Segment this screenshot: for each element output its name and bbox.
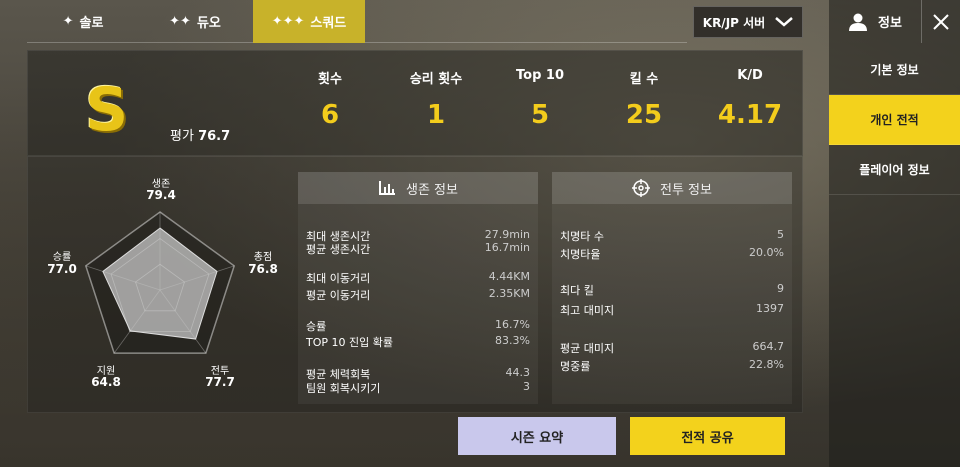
combat-info-header: 전투 정보 bbox=[552, 172, 792, 204]
stat-value-wins: 1 bbox=[426, 100, 446, 130]
tab-label: 스쿼드 bbox=[310, 16, 347, 31]
row-label: 최대 이동거리 bbox=[306, 272, 371, 285]
row-value: 83.3% bbox=[495, 334, 530, 347]
radar-value-combat: 77.7 bbox=[205, 375, 235, 389]
close-icon bbox=[933, 13, 949, 30]
rating-value: 76.7 bbox=[198, 129, 231, 144]
row-value: 22.8% bbox=[749, 358, 784, 371]
radar-value-support: 64.8 bbox=[91, 375, 121, 389]
stat-value-matches: 6 bbox=[320, 100, 340, 130]
radar-value-total: 76.8 bbox=[248, 262, 278, 276]
sidebar-header: 정보 bbox=[829, 0, 921, 43]
close-button[interactable] bbox=[921, 0, 960, 43]
survival-info-header: 생존 정보 bbox=[298, 172, 538, 204]
sidebar-item-label: 기본 정보 bbox=[870, 63, 919, 77]
stat-row: 치명타율 20.0% bbox=[560, 246, 784, 262]
stat-row: 명중률 22.8% bbox=[560, 358, 784, 374]
row-label: TOP 10 진입 확률 bbox=[306, 336, 393, 349]
rating: 평가 76.7 bbox=[170, 125, 230, 144]
row-label: 명중률 bbox=[560, 360, 591, 373]
row-value: 2.35KM bbox=[488, 287, 530, 300]
server-label: KR/JP 서버 bbox=[702, 15, 766, 30]
survival-info-title: 생존 정보 bbox=[406, 182, 458, 198]
mode-tabs: ✦ 솔로 ✦✦ 듀오 ✦✦✦ 스쿼드 bbox=[27, 0, 687, 43]
stat-row: 최고 대미지 1397 bbox=[560, 302, 784, 318]
row-label: 팀원 회복시키기 bbox=[306, 382, 381, 395]
squad-icon: ✦✦✦ bbox=[271, 14, 305, 29]
tab-solo[interactable]: ✦ 솔로 bbox=[27, 0, 139, 43]
stat-row: 평균 이동거리 2.35KM bbox=[306, 287, 530, 303]
rank-badge: S bbox=[85, 75, 129, 145]
tab-squad[interactable]: ✦✦✦ 스쿼드 bbox=[253, 0, 365, 43]
row-value: 3 bbox=[523, 380, 530, 393]
row-label: 승률 bbox=[306, 320, 327, 333]
stat-label-matches: 횟수 bbox=[318, 72, 342, 87]
row-value: 16.7% bbox=[495, 318, 530, 331]
stat-label-kills: 킬 수 bbox=[629, 72, 659, 87]
sidebar-item-personal-record[interactable]: 개인 전적 bbox=[829, 95, 960, 145]
sidebar-item-label: 개인 전적 bbox=[870, 113, 919, 127]
sidebar-item-label: 플레이어 정보 bbox=[859, 163, 930, 177]
row-label: 평균 이동거리 bbox=[306, 289, 371, 302]
stat-row: 팀원 회복시키기 3 bbox=[306, 380, 530, 396]
stat-label-top10: Top 10 bbox=[516, 68, 564, 83]
row-value: 664.7 bbox=[752, 340, 785, 353]
stat-value-kd: 4.17 bbox=[717, 100, 783, 130]
bar-chart-icon bbox=[379, 181, 395, 195]
season-summary-button[interactable]: 시즌 요약 bbox=[458, 417, 616, 455]
row-value: 4.44KM bbox=[488, 270, 530, 283]
radar-value-survival: 79.4 bbox=[146, 188, 176, 202]
stat-row: 최대 이동거리 4.44KM bbox=[306, 270, 530, 286]
radar-chart bbox=[84, 211, 236, 354]
stat-row: TOP 10 진입 확률 83.3% bbox=[306, 334, 530, 350]
row-label: 평균 생존시간 bbox=[306, 243, 371, 256]
chevron-down-icon bbox=[775, 17, 794, 27]
stat-value-kills: 25 bbox=[625, 100, 663, 130]
user-icon bbox=[849, 13, 868, 31]
sidebar-title: 정보 bbox=[878, 16, 902, 31]
row-value: 16.7min bbox=[484, 241, 530, 254]
row-label: 치명타율 bbox=[560, 248, 601, 261]
row-value: 1397 bbox=[756, 302, 784, 315]
row-label: 평균 대미지 bbox=[560, 342, 615, 355]
row-label: 최다 킬 bbox=[560, 284, 594, 297]
sidebar-item-player-info[interactable]: 플레이어 정보 bbox=[829, 145, 960, 195]
combat-info-title: 전투 정보 bbox=[660, 182, 712, 198]
crosshair-icon bbox=[632, 179, 650, 197]
stat-value-top10: 5 bbox=[530, 100, 550, 130]
stat-row: 최다 킬 9 bbox=[560, 282, 784, 298]
server-select[interactable]: KR/JP 서버 bbox=[693, 6, 803, 38]
row-value: 5 bbox=[777, 228, 784, 241]
row-value: 9 bbox=[777, 282, 784, 295]
radar-label-total: 총점 bbox=[253, 252, 273, 263]
stat-row: 평균 대미지 664.7 bbox=[560, 340, 784, 356]
row-label: 최고 대미지 bbox=[560, 304, 615, 317]
stat-label-kd: K/D bbox=[737, 68, 763, 83]
survival-info-box: 생존 정보 최대 생존시간 27.9min 평균 생존시간 16.7min 최대 이… bbox=[298, 172, 538, 404]
rating-label: 평가 bbox=[170, 129, 194, 144]
stat-row: 치명타 수 5 bbox=[560, 228, 784, 244]
share-record-button[interactable]: 전적 공유 bbox=[630, 417, 785, 455]
person-icon: ✦ bbox=[62, 14, 74, 29]
tab-label: 듀오 bbox=[196, 16, 221, 31]
tab-label: 솔로 bbox=[79, 16, 104, 31]
stat-label-wins: 승리 횟수 bbox=[409, 72, 463, 87]
two-person-icon: ✦✦ bbox=[169, 14, 191, 29]
stat-row: 승률 16.7% bbox=[306, 318, 530, 334]
radar-label-winrate: 승률 bbox=[52, 252, 72, 263]
tab-duo[interactable]: ✦✦ 듀오 bbox=[139, 0, 251, 43]
row-value: 20.0% bbox=[749, 246, 784, 259]
sidebar-item-basic-info[interactable]: 기본 정보 bbox=[829, 45, 960, 95]
stat-row: 평균 생존시간 16.7min bbox=[306, 241, 530, 257]
row-label: 치명타 수 bbox=[560, 230, 604, 243]
combat-info-box: 전투 정보 치명타 수5 치명타율 20.0% 최다 킬9 최고 대미지 1397 … bbox=[552, 172, 792, 404]
radar-value-winrate: 77.0 bbox=[47, 262, 77, 276]
